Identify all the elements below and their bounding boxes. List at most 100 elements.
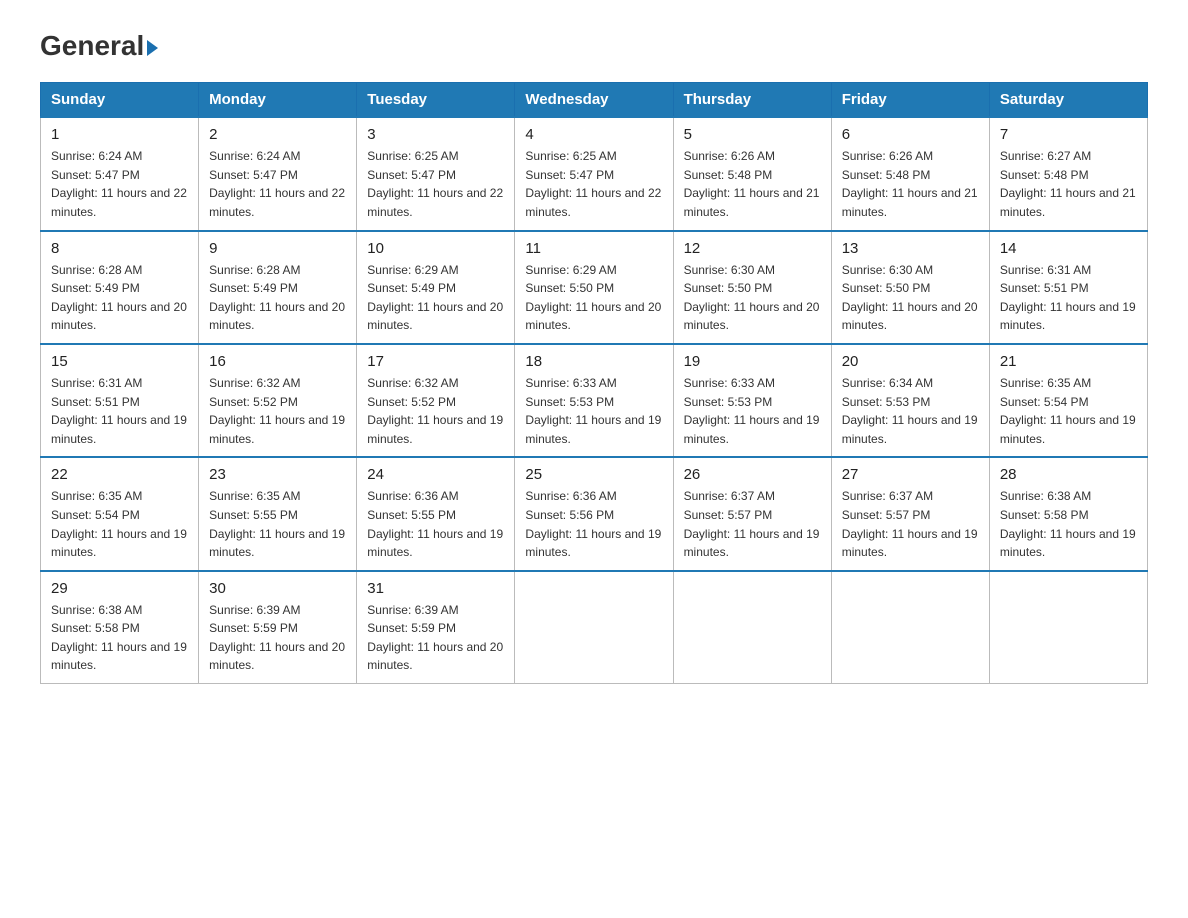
logo-line1: General: [40, 30, 158, 62]
day-number: 27: [842, 466, 979, 483]
calendar-cell: 9 Sunrise: 6:28 AM Sunset: 5:49 PM Dayli…: [199, 231, 357, 344]
day-number: 24: [367, 466, 504, 483]
day-number: 5: [684, 126, 821, 143]
calendar-cell: [989, 571, 1147, 684]
column-header-saturday: Saturday: [989, 83, 1147, 118]
day-info: Sunrise: 6:29 AM Sunset: 5:50 PM Dayligh…: [525, 261, 662, 335]
calendar-cell: 16 Sunrise: 6:32 AM Sunset: 5:52 PM Dayl…: [199, 344, 357, 457]
column-header-wednesday: Wednesday: [515, 83, 673, 118]
day-info: Sunrise: 6:28 AM Sunset: 5:49 PM Dayligh…: [209, 261, 346, 335]
day-info: Sunrise: 6:31 AM Sunset: 5:51 PM Dayligh…: [51, 374, 188, 448]
calendar-cell: [515, 571, 673, 684]
logo: General: [40, 30, 158, 62]
day-number: 12: [684, 240, 821, 257]
day-number: 14: [1000, 240, 1137, 257]
day-info: Sunrise: 6:35 AM Sunset: 5:55 PM Dayligh…: [209, 487, 346, 561]
day-info: Sunrise: 6:24 AM Sunset: 5:47 PM Dayligh…: [209, 147, 346, 221]
day-number: 3: [367, 126, 504, 143]
calendar-cell: 17 Sunrise: 6:32 AM Sunset: 5:52 PM Dayl…: [357, 344, 515, 457]
day-info: Sunrise: 6:32 AM Sunset: 5:52 PM Dayligh…: [367, 374, 504, 448]
calendar-cell: 23 Sunrise: 6:35 AM Sunset: 5:55 PM Dayl…: [199, 457, 357, 570]
column-header-friday: Friday: [831, 83, 989, 118]
day-info: Sunrise: 6:35 AM Sunset: 5:54 PM Dayligh…: [1000, 374, 1137, 448]
calendar-cell: 3 Sunrise: 6:25 AM Sunset: 5:47 PM Dayli…: [357, 117, 515, 230]
calendar-cell: 7 Sunrise: 6:27 AM Sunset: 5:48 PM Dayli…: [989, 117, 1147, 230]
day-number: 15: [51, 353, 188, 370]
calendar-cell: 21 Sunrise: 6:35 AM Sunset: 5:54 PM Dayl…: [989, 344, 1147, 457]
day-number: 18: [525, 353, 662, 370]
calendar-cell: 5 Sunrise: 6:26 AM Sunset: 5:48 PM Dayli…: [673, 117, 831, 230]
day-info: Sunrise: 6:38 AM Sunset: 5:58 PM Dayligh…: [1000, 487, 1137, 561]
day-info: Sunrise: 6:39 AM Sunset: 5:59 PM Dayligh…: [367, 601, 504, 675]
calendar-cell: 4 Sunrise: 6:25 AM Sunset: 5:47 PM Dayli…: [515, 117, 673, 230]
day-info: Sunrise: 6:29 AM Sunset: 5:49 PM Dayligh…: [367, 261, 504, 335]
calendar-cell: 25 Sunrise: 6:36 AM Sunset: 5:56 PM Dayl…: [515, 457, 673, 570]
page-header: General: [40, 30, 1148, 62]
day-number: 17: [367, 353, 504, 370]
calendar-cell: 19 Sunrise: 6:33 AM Sunset: 5:53 PM Dayl…: [673, 344, 831, 457]
day-info: Sunrise: 6:37 AM Sunset: 5:57 PM Dayligh…: [684, 487, 821, 561]
day-info: Sunrise: 6:31 AM Sunset: 5:51 PM Dayligh…: [1000, 261, 1137, 335]
calendar-cell: 14 Sunrise: 6:31 AM Sunset: 5:51 PM Dayl…: [989, 231, 1147, 344]
day-number: 2: [209, 126, 346, 143]
day-number: 7: [1000, 126, 1137, 143]
calendar-cell: 20 Sunrise: 6:34 AM Sunset: 5:53 PM Dayl…: [831, 344, 989, 457]
calendar-cell: 13 Sunrise: 6:30 AM Sunset: 5:50 PM Dayl…: [831, 231, 989, 344]
day-info: Sunrise: 6:38 AM Sunset: 5:58 PM Dayligh…: [51, 601, 188, 675]
calendar-header-row: SundayMondayTuesdayWednesdayThursdayFrid…: [41, 83, 1148, 118]
day-info: Sunrise: 6:28 AM Sunset: 5:49 PM Dayligh…: [51, 261, 188, 335]
day-number: 8: [51, 240, 188, 257]
day-number: 13: [842, 240, 979, 257]
day-number: 29: [51, 580, 188, 597]
day-info: Sunrise: 6:32 AM Sunset: 5:52 PM Dayligh…: [209, 374, 346, 448]
day-number: 19: [684, 353, 821, 370]
calendar-cell: 30 Sunrise: 6:39 AM Sunset: 5:59 PM Dayl…: [199, 571, 357, 684]
calendar-cell: 31 Sunrise: 6:39 AM Sunset: 5:59 PM Dayl…: [357, 571, 515, 684]
calendar-cell: [673, 571, 831, 684]
day-info: Sunrise: 6:35 AM Sunset: 5:54 PM Dayligh…: [51, 487, 188, 561]
day-info: Sunrise: 6:33 AM Sunset: 5:53 PM Dayligh…: [525, 374, 662, 448]
calendar-cell: 2 Sunrise: 6:24 AM Sunset: 5:47 PM Dayli…: [199, 117, 357, 230]
day-number: 25: [525, 466, 662, 483]
day-info: Sunrise: 6:36 AM Sunset: 5:55 PM Dayligh…: [367, 487, 504, 561]
calendar-week-row: 29 Sunrise: 6:38 AM Sunset: 5:58 PM Dayl…: [41, 571, 1148, 684]
logo-arrow-icon: [147, 40, 158, 56]
day-info: Sunrise: 6:26 AM Sunset: 5:48 PM Dayligh…: [842, 147, 979, 221]
calendar-cell: 10 Sunrise: 6:29 AM Sunset: 5:49 PM Dayl…: [357, 231, 515, 344]
day-number: 1: [51, 126, 188, 143]
column-header-monday: Monday: [199, 83, 357, 118]
day-number: 30: [209, 580, 346, 597]
day-number: 31: [367, 580, 504, 597]
day-number: 22: [51, 466, 188, 483]
day-info: Sunrise: 6:37 AM Sunset: 5:57 PM Dayligh…: [842, 487, 979, 561]
day-number: 28: [1000, 466, 1137, 483]
calendar-cell: 29 Sunrise: 6:38 AM Sunset: 5:58 PM Dayl…: [41, 571, 199, 684]
day-info: Sunrise: 6:27 AM Sunset: 5:48 PM Dayligh…: [1000, 147, 1137, 221]
calendar-cell: 22 Sunrise: 6:35 AM Sunset: 5:54 PM Dayl…: [41, 457, 199, 570]
day-number: 10: [367, 240, 504, 257]
day-number: 21: [1000, 353, 1137, 370]
day-info: Sunrise: 6:36 AM Sunset: 5:56 PM Dayligh…: [525, 487, 662, 561]
day-info: Sunrise: 6:24 AM Sunset: 5:47 PM Dayligh…: [51, 147, 188, 221]
calendar-week-row: 15 Sunrise: 6:31 AM Sunset: 5:51 PM Dayl…: [41, 344, 1148, 457]
calendar-cell: 12 Sunrise: 6:30 AM Sunset: 5:50 PM Dayl…: [673, 231, 831, 344]
day-number: 9: [209, 240, 346, 257]
column-header-thursday: Thursday: [673, 83, 831, 118]
day-number: 16: [209, 353, 346, 370]
calendar-week-row: 8 Sunrise: 6:28 AM Sunset: 5:49 PM Dayli…: [41, 231, 1148, 344]
column-header-sunday: Sunday: [41, 83, 199, 118]
calendar-cell: 28 Sunrise: 6:38 AM Sunset: 5:58 PM Dayl…: [989, 457, 1147, 570]
day-info: Sunrise: 6:30 AM Sunset: 5:50 PM Dayligh…: [684, 261, 821, 335]
calendar-cell: 8 Sunrise: 6:28 AM Sunset: 5:49 PM Dayli…: [41, 231, 199, 344]
column-header-tuesday: Tuesday: [357, 83, 515, 118]
day-info: Sunrise: 6:30 AM Sunset: 5:50 PM Dayligh…: [842, 261, 979, 335]
day-info: Sunrise: 6:39 AM Sunset: 5:59 PM Dayligh…: [209, 601, 346, 675]
calendar-table: SundayMondayTuesdayWednesdayThursdayFrid…: [40, 82, 1148, 684]
calendar-cell: 18 Sunrise: 6:33 AM Sunset: 5:53 PM Dayl…: [515, 344, 673, 457]
day-number: 4: [525, 126, 662, 143]
calendar-cell: 24 Sunrise: 6:36 AM Sunset: 5:55 PM Dayl…: [357, 457, 515, 570]
day-info: Sunrise: 6:25 AM Sunset: 5:47 PM Dayligh…: [367, 147, 504, 221]
day-number: 6: [842, 126, 979, 143]
calendar-cell: 6 Sunrise: 6:26 AM Sunset: 5:48 PM Dayli…: [831, 117, 989, 230]
day-number: 20: [842, 353, 979, 370]
